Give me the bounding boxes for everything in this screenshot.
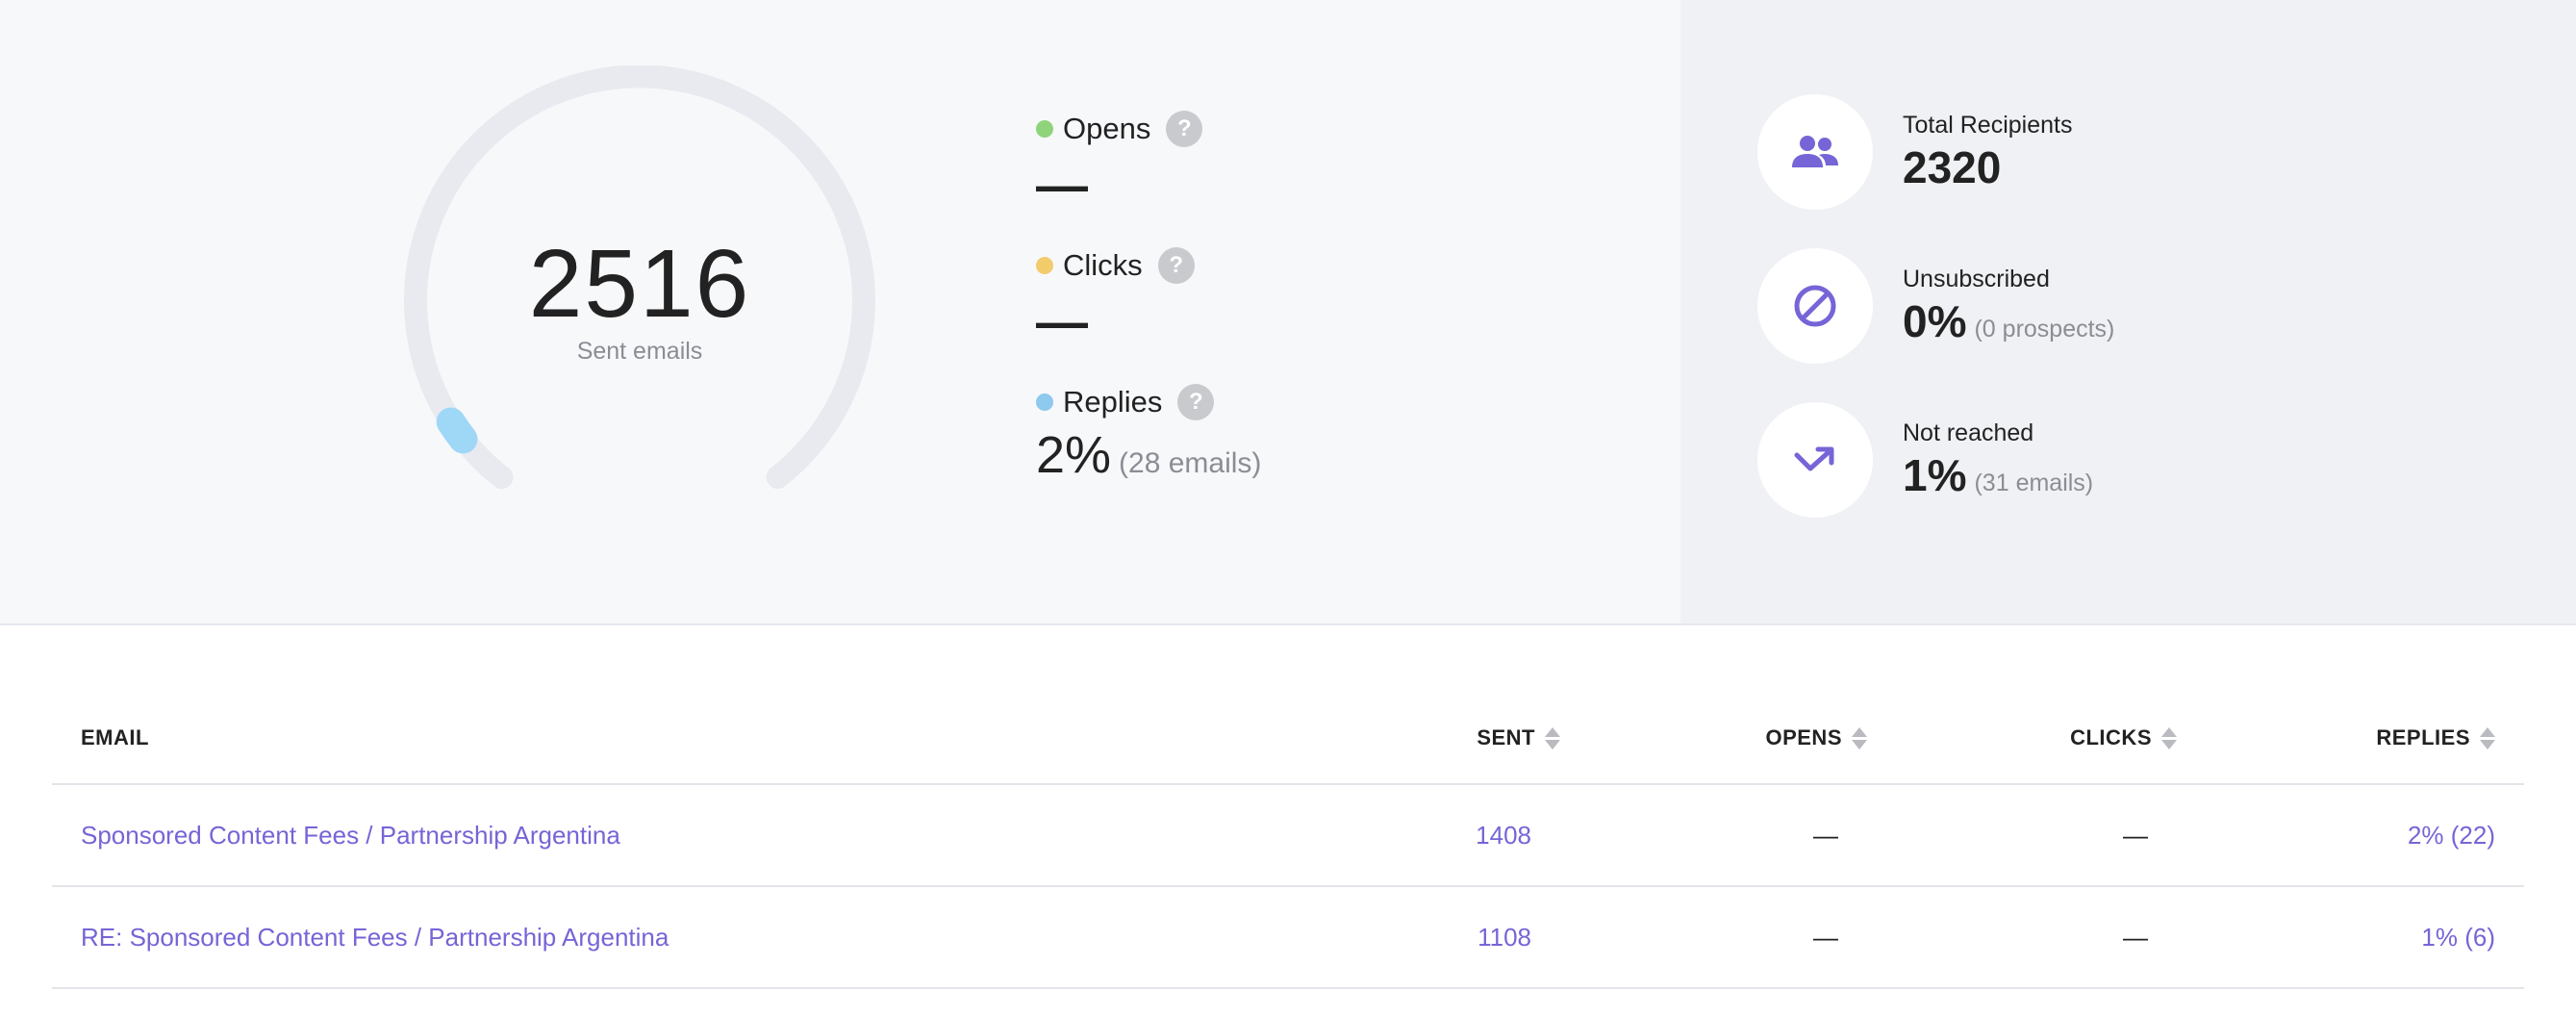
metric-opens: Opens ? — bbox=[1036, 110, 1203, 215]
help-icon[interactable]: ? bbox=[1177, 384, 1215, 420]
stat-not-reached: Not reached 1% (31 emails) bbox=[1757, 402, 2093, 518]
people-icon bbox=[1757, 94, 1873, 210]
stat-value: 1% bbox=[1903, 449, 1967, 500]
opens-value: — bbox=[1813, 922, 1838, 952]
stat-detail: (0 prospects) bbox=[1974, 315, 2115, 343]
metric-value: — bbox=[1036, 293, 1088, 351]
trending-arrow-icon bbox=[1757, 402, 1873, 518]
summary-section: 2516 Sent emails Opens ? — Clicks ? — Re… bbox=[0, 0, 2576, 625]
sort-icon bbox=[2161, 726, 2177, 749]
stat-label: Total Recipients bbox=[1903, 111, 2073, 139]
replies-value[interactable]: 2% (22) bbox=[2408, 785, 2495, 885]
metric-replies: Replies ? 2% (28 emails) bbox=[1036, 383, 1261, 485]
column-sent-sort[interactable]: SENT bbox=[1477, 693, 1560, 783]
column-opens-sort[interactable]: OPENS bbox=[1765, 693, 1867, 783]
table-row: RE: Sponsored Content Fees / Partnership… bbox=[52, 887, 2524, 989]
replies-dot bbox=[1036, 394, 1053, 411]
help-icon[interactable]: ? bbox=[1166, 111, 1203, 147]
clicks-value: — bbox=[2123, 922, 2148, 952]
column-email: EMAIL bbox=[81, 725, 149, 749]
help-icon[interactable]: ? bbox=[1157, 247, 1195, 284]
metric-name: Opens bbox=[1063, 112, 1151, 145]
clicks-dot bbox=[1036, 257, 1053, 274]
table-row: Sponsored Content Fees / Partnership Arg… bbox=[52, 785, 2524, 887]
metric-value: 2% bbox=[1036, 426, 1112, 484]
metric-clicks: Clicks ? — bbox=[1036, 246, 1195, 351]
clicks-value: — bbox=[2123, 820, 2148, 850]
block-icon bbox=[1757, 248, 1873, 364]
table-header: EMAIL SENT OPENS CLICKS REPLIES bbox=[52, 693, 2524, 785]
metric-name: Clicks bbox=[1063, 248, 1143, 282]
email-subject-link[interactable]: Sponsored Content Fees / Partnership Arg… bbox=[81, 785, 620, 885]
opens-value: — bbox=[1813, 820, 1838, 850]
metric-name: Replies bbox=[1063, 385, 1163, 419]
metric-detail: (28 emails) bbox=[1119, 447, 1262, 479]
stat-value: 0% bbox=[1903, 295, 1967, 346]
stat-label: Unsubscribed bbox=[1903, 265, 2050, 292]
opens-dot bbox=[1036, 120, 1053, 138]
sent-count[interactable]: 1408 bbox=[1476, 785, 1531, 885]
stat-unsubscribed: Unsubscribed 0% (0 prospects) bbox=[1757, 248, 2114, 364]
stat-total-recipients: Total Recipients 2320 bbox=[1757, 94, 2072, 210]
sort-icon bbox=[1545, 726, 1560, 749]
sort-icon bbox=[2480, 726, 2495, 749]
sort-icon bbox=[1852, 726, 1867, 749]
column-replies-sort[interactable]: REPLIES bbox=[2376, 693, 2495, 783]
stat-value: 2320 bbox=[1903, 141, 2002, 192]
gauge-fill bbox=[436, 407, 478, 454]
sent-emails-count: 2516 bbox=[528, 230, 751, 338]
email-subject-link[interactable]: RE: Sponsored Content Fees / Partnership… bbox=[81, 887, 669, 987]
stat-detail: (31 emails) bbox=[1974, 469, 2094, 496]
column-clicks-sort[interactable]: CLICKS bbox=[2070, 693, 2177, 783]
emails-table: EMAIL SENT OPENS CLICKS REPLIES Sponsore… bbox=[52, 693, 2524, 989]
sent-emails-gauge: 2516 Sent emails bbox=[404, 65, 875, 537]
sent-emails-label: Sent emails bbox=[576, 338, 703, 365]
replies-value[interactable]: 1% (6) bbox=[2421, 887, 2495, 987]
stat-label: Not reached bbox=[1903, 419, 2034, 446]
sent-count[interactable]: 1108 bbox=[1477, 887, 1531, 987]
metric-value: — bbox=[1036, 157, 1088, 215]
